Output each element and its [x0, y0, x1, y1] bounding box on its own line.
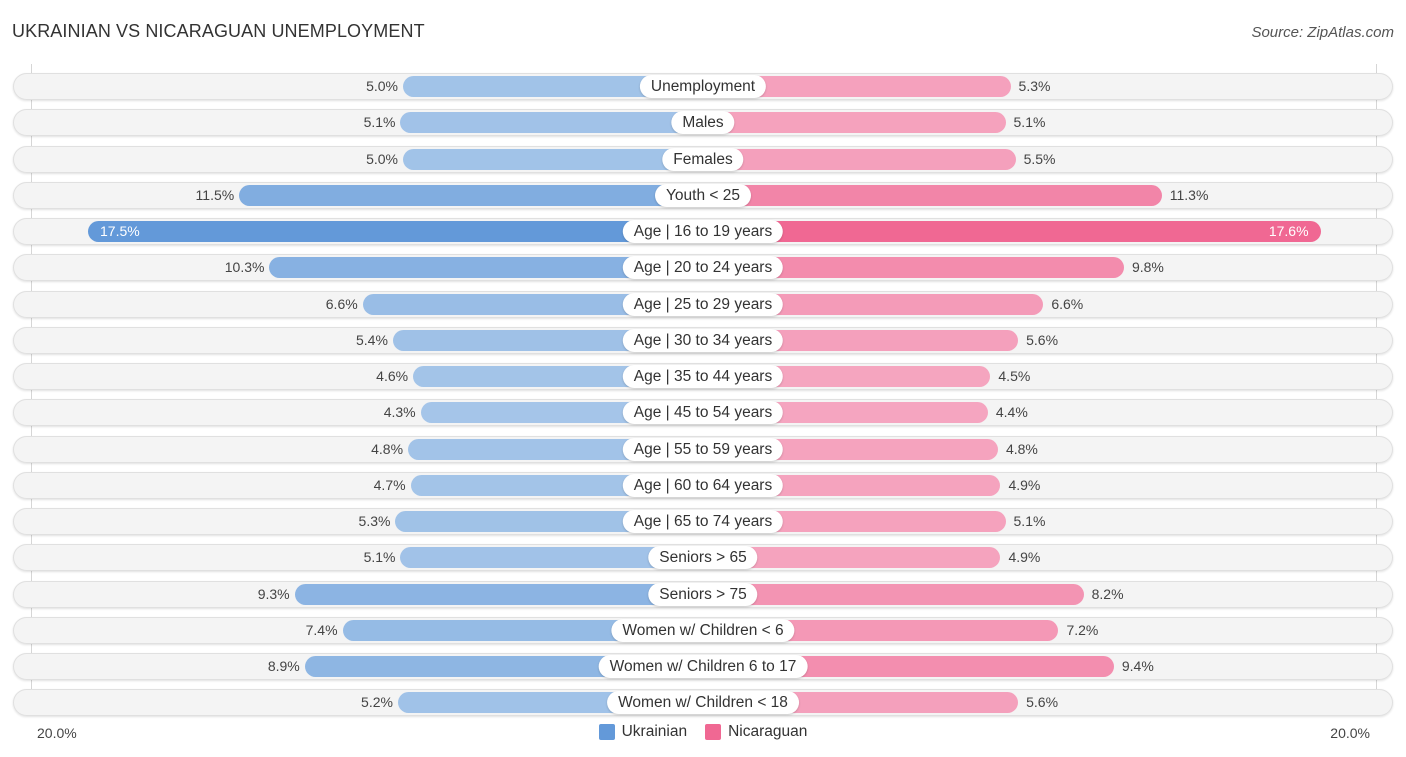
- value-label-nicaraguan: 6.6%: [1051, 295, 1084, 312]
- legend-swatch-nicaraguan: [705, 724, 722, 740]
- bar-nicaraguan[interactable]: [703, 112, 1006, 134]
- category-label: Women w/ Children < 6: [611, 618, 795, 642]
- value-label-ukrainian: 5.1%: [363, 114, 396, 131]
- value-label-nicaraguan: 5.5%: [1023, 150, 1056, 167]
- value-label-nicaraguan: 4.5%: [998, 368, 1031, 384]
- category-label: Women w/ Children < 18: [607, 691, 799, 715]
- category-label: Women w/ Children 6 to 17: [598, 655, 808, 678]
- bar-ukrainian[interactable]: [88, 221, 703, 242]
- bar-ukrainian[interactable]: [239, 184, 703, 206]
- value-label-ukrainian: 4.3%: [383, 404, 416, 421]
- category-label: Age | 20 to 24 years: [622, 256, 784, 280]
- legend-swatch-ukrainian: [598, 724, 615, 740]
- value-label-nicaraguan: 9.8%: [1131, 259, 1164, 276]
- value-label-nicaraguan: 4.8%: [1005, 440, 1038, 457]
- value-label-ukrainian: 11.5%: [195, 186, 235, 203]
- category-label: Males: [671, 111, 735, 135]
- legend-label-nicaraguan: Nicaraguan: [728, 723, 808, 740]
- value-label-nicaraguan: 4.4%: [995, 404, 1028, 421]
- bar-nicaraguan[interactable]: [703, 583, 1084, 605]
- legend-item-ukrainian[interactable]: Ukrainian: [598, 723, 688, 741]
- category-label: Unemployment: [639, 75, 767, 98]
- category-label: Youth < 25: [655, 183, 751, 207]
- value-label-nicaraguan: 5.6%: [1026, 331, 1059, 348]
- value-label-nicaraguan: 7.2%: [1066, 621, 1099, 638]
- bar-nicaraguan[interactable]: [703, 148, 1016, 170]
- category-label: Females: [662, 147, 744, 171]
- value-label-nicaraguan: 11.3%: [1169, 186, 1209, 203]
- value-label-nicaraguan: 4.9%: [1008, 549, 1041, 566]
- value-label-ukrainian: 5.0%: [366, 78, 398, 94]
- category-label: Age | 30 to 34 years: [622, 328, 784, 352]
- value-label-nicaraguan: 5.1%: [1013, 513, 1046, 529]
- value-label-nicaraguan: 17.6%: [1268, 223, 1309, 239]
- category-label: Age | 65 to 74 years: [622, 510, 784, 533]
- value-label-ukrainian: 5.4%: [356, 331, 388, 348]
- value-label-ukrainian: 4.8%: [371, 440, 404, 457]
- bar-ukrainian[interactable]: [294, 583, 703, 605]
- category-label: Age | 45 to 54 years: [622, 401, 784, 425]
- category-label: Seniors > 65: [648, 546, 758, 570]
- value-label-ukrainian: 17.5%: [100, 223, 140, 239]
- source-credit: Source: ZipAtlas.com: [1251, 24, 1394, 41]
- value-label-ukrainian: 4.7%: [373, 476, 406, 493]
- value-label-nicaraguan: 5.6%: [1026, 694, 1059, 711]
- value-label-ukrainian: 9.3%: [257, 585, 290, 602]
- value-label-nicaraguan: 5.3%: [1018, 78, 1051, 94]
- value-label-ukrainian: 6.6%: [325, 295, 358, 312]
- value-label-ukrainian: 4.6%: [376, 368, 409, 384]
- category-label: Age | 60 to 64 years: [622, 473, 784, 497]
- legend: Ukrainian Nicaraguan: [0, 723, 1406, 741]
- category-label: Age | 35 to 44 years: [622, 365, 784, 388]
- value-label-ukrainian: 5.2%: [361, 694, 393, 711]
- value-label-nicaraguan: 9.4%: [1121, 658, 1154, 674]
- legend-item-nicaraguan[interactable]: Nicaraguan: [705, 723, 807, 741]
- value-label-nicaraguan: 4.9%: [1008, 476, 1041, 493]
- value-label-ukrainian: 7.4%: [305, 621, 338, 638]
- bar-nicaraguan[interactable]: [703, 221, 1321, 242]
- value-label-ukrainian: 10.3%: [224, 259, 265, 276]
- bar-ukrainian[interactable]: [403, 148, 703, 170]
- category-label: Age | 55 to 59 years: [622, 437, 784, 461]
- category-label: Seniors > 75: [648, 582, 758, 606]
- legend-label-ukrainian: Ukrainian: [621, 723, 688, 740]
- bar-nicaraguan[interactable]: [703, 184, 1162, 206]
- value-label-ukrainian: 8.9%: [267, 658, 300, 674]
- value-label-nicaraguan: 5.1%: [1013, 114, 1046, 131]
- bar-ukrainian[interactable]: [400, 112, 703, 134]
- value-label-nicaraguan: 8.2%: [1091, 585, 1124, 602]
- value-label-ukrainian: 5.1%: [363, 549, 396, 566]
- value-label-ukrainian: 5.0%: [366, 150, 398, 167]
- value-label-ukrainian: 5.3%: [358, 513, 391, 529]
- category-label: Age | 16 to 19 years: [622, 220, 784, 243]
- category-label: Age | 25 to 29 years: [622, 292, 784, 316]
- chart-title: UKRAINIAN VS NICARAGUAN UNEMPLOYMENT: [12, 21, 425, 41]
